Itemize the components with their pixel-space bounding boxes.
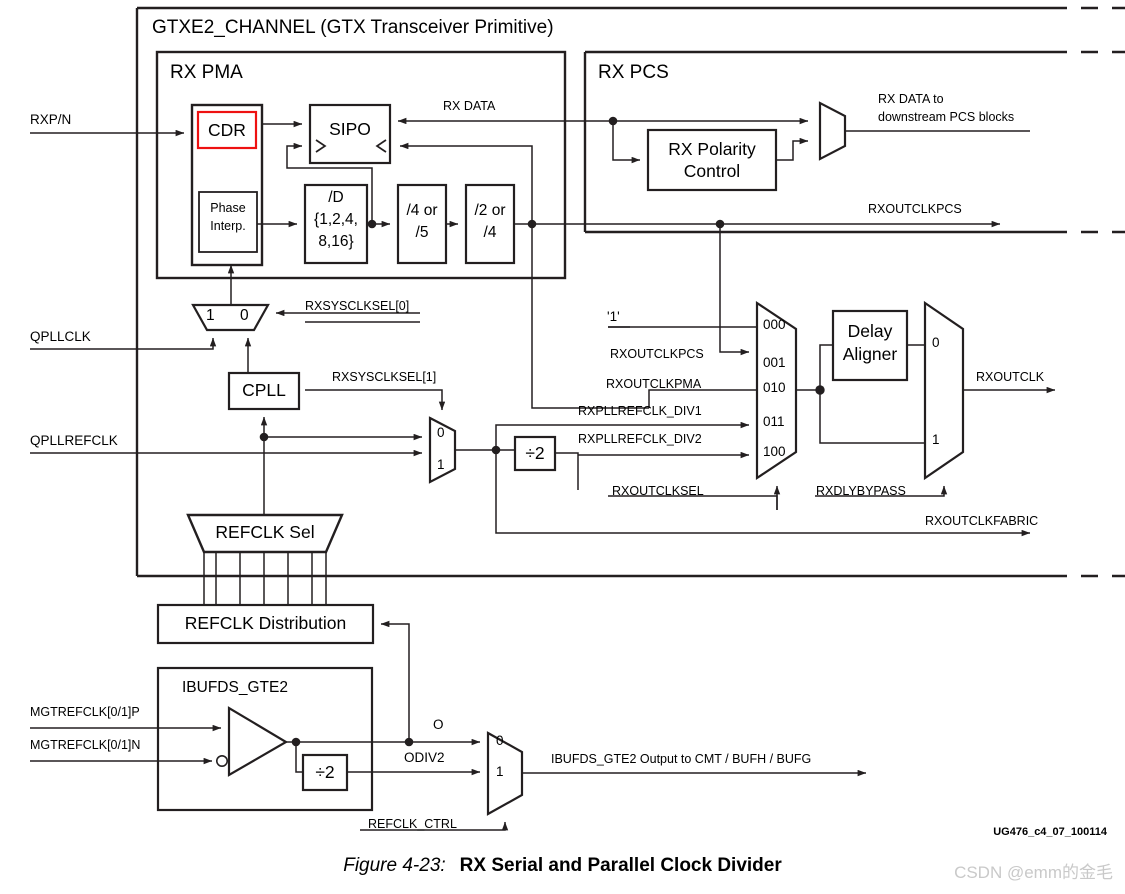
outclkmux-label-100: 100 bbox=[763, 444, 786, 459]
ibufds-buffer-triangle bbox=[227, 706, 289, 777]
signal-rxoutclksel: RXOUTCLKSEL bbox=[612, 484, 704, 498]
signal-mgtrefclk-p: MGTREFCLK[0/1]P bbox=[30, 705, 140, 719]
figure-number: Figure 4-23: bbox=[343, 855, 446, 876]
signal-rxpn: RXP/N bbox=[30, 112, 72, 127]
outclkmux-label-010: 010 bbox=[763, 380, 786, 395]
rx-polarity-line1: RX Polarity bbox=[668, 139, 756, 159]
signal-one-const: '1' bbox=[607, 309, 620, 324]
delay-aligner-line2: Aligner bbox=[842, 344, 898, 364]
signal-qpllclk: QPLLCLK bbox=[30, 329, 91, 344]
figure-canvas: GTXE2_CHANNEL (GTX Transceiver Primitive… bbox=[0, 0, 1125, 894]
ibufds-label: IBUFDS_GTE2 bbox=[182, 679, 288, 696]
div-4or5-line2: /5 bbox=[415, 224, 429, 241]
signal-rxpllrefclk-div1: RXPLLREFCLK_DIV1 bbox=[578, 404, 702, 418]
figure-title: RX Serial and Parallel Clock Divider bbox=[459, 855, 782, 876]
refclkmux-label-0: 0 bbox=[496, 733, 504, 748]
div-d-line2: {1,2,4, bbox=[314, 211, 358, 228]
signal-rxdlybypass: RXDLYBYPASS bbox=[816, 484, 906, 498]
refclk-distribution-label: REFCLK Distribution bbox=[184, 613, 347, 633]
signal-rxpllrefclk-div2: RXPLLREFCLK_DIV2 bbox=[578, 432, 702, 446]
signal-rxoutclkpma: RXOUTCLKPMA bbox=[606, 377, 702, 391]
refclk-ctrl-mux bbox=[486, 731, 524, 816]
signal-rxsysclksel0: RXSYSCLKSEL[0] bbox=[305, 299, 410, 313]
refclk-sel-label: REFCLK Sel bbox=[215, 522, 315, 542]
div-2or4-line2: /4 bbox=[483, 224, 497, 241]
outclkmux-label-000: 000 bbox=[763, 317, 786, 332]
signal-o-port: O bbox=[433, 717, 444, 732]
wire-rxoutclkpcs-to-mux001 bbox=[719, 224, 750, 356]
div-d-line3: 8,16} bbox=[318, 233, 354, 250]
rx-polarity-line2: Control bbox=[683, 161, 741, 181]
signal-rxoutclkpcs-out: RXOUTCLKPCS bbox=[868, 202, 962, 216]
dlymux-label-1: 1 bbox=[932, 432, 940, 447]
sipo-clk-wedge-right bbox=[375, 139, 387, 153]
rx-pma-title: RX PMA bbox=[170, 62, 243, 83]
cdr-label: CDR bbox=[208, 120, 246, 140]
refclkmux-label-1: 1 bbox=[496, 764, 504, 779]
ibufds-invert-bubble bbox=[216, 754, 229, 767]
signal-mgtrefclk-n: MGTREFCLK[0/1]N bbox=[30, 738, 141, 752]
sipo-clk-wedge-left bbox=[315, 139, 327, 153]
div-4or5-line1: /4 or bbox=[406, 202, 438, 219]
sysclkmux-label-1: 1 bbox=[206, 307, 215, 324]
div2-mid-label: ÷2 bbox=[525, 443, 545, 463]
rxsysclksel0-mux bbox=[191, 303, 270, 332]
wire-bypass-to-dlymux1 bbox=[819, 390, 925, 444]
wire-polarity-to-mux bbox=[776, 137, 809, 161]
signal-rxsysclksel1: RXSYSCLKSEL[1] bbox=[332, 370, 437, 384]
div-2or4-line1: /2 or bbox=[474, 202, 506, 219]
signal-odiv2-port: ODIV2 bbox=[404, 750, 445, 765]
signal-refclk-ctrl: REFCLK_CTRL bbox=[368, 817, 457, 831]
outclkmux-label-011: 011 bbox=[763, 414, 785, 429]
refclk-sel-comb bbox=[215, 552, 313, 605]
sysclkmux-label-0: 0 bbox=[240, 307, 249, 324]
phase-interp-line2: Interp. bbox=[210, 219, 246, 233]
rxdata-out-mux bbox=[818, 101, 847, 161]
wire-o-to-refclk-dist bbox=[380, 620, 410, 742]
sel1mux-label-0: 0 bbox=[437, 425, 445, 440]
signal-qpllrefclk: QPLLREFCLK bbox=[30, 433, 118, 448]
signal-rxdata-down-line1: RX DATA to bbox=[878, 92, 944, 106]
delay-aligner-line1: Delay bbox=[847, 321, 893, 341]
gtxe2-channel-title: GTXE2_CHANNEL (GTX Transceiver Primitive… bbox=[152, 17, 554, 38]
dlymux-label-0: 0 bbox=[932, 335, 940, 350]
watermark: CSDN @emm的金毛 bbox=[954, 863, 1113, 882]
outclkmux-label-001: 001 bbox=[763, 355, 786, 370]
signal-rx-data: RX DATA bbox=[443, 99, 496, 113]
rxdlybypass-mux bbox=[923, 300, 965, 481]
rx-pcs-title: RX PCS bbox=[598, 62, 669, 83]
sipo-label: SIPO bbox=[329, 119, 371, 139]
signal-ibufds-output: IBUFDS_GTE2 Output to CMT / BUFH / BUFG bbox=[551, 752, 812, 766]
signal-rxoutclkfabric: RXOUTCLKFABRIC bbox=[925, 514, 1039, 528]
cpll-label: CPLL bbox=[242, 380, 286, 400]
sel1mux-label-1: 1 bbox=[437, 457, 445, 472]
phase-interp-line1: Phase bbox=[210, 201, 246, 215]
doc-code: UG476_c4_07_100114 bbox=[993, 826, 1107, 838]
signal-rxoutclk: RXOUTCLK bbox=[976, 370, 1045, 384]
signal-rxdata-down-line2: downstream PCS blocks bbox=[878, 110, 1015, 124]
wire-rxdata-to-polarity bbox=[612, 121, 641, 164]
signal-rxoutclkpcs-in: RXOUTCLKPCS bbox=[610, 347, 704, 361]
wire-to-delay-aligner bbox=[819, 344, 833, 390]
div2-bottom-label: ÷2 bbox=[315, 762, 335, 782]
div-d-line1: /D bbox=[328, 189, 344, 206]
